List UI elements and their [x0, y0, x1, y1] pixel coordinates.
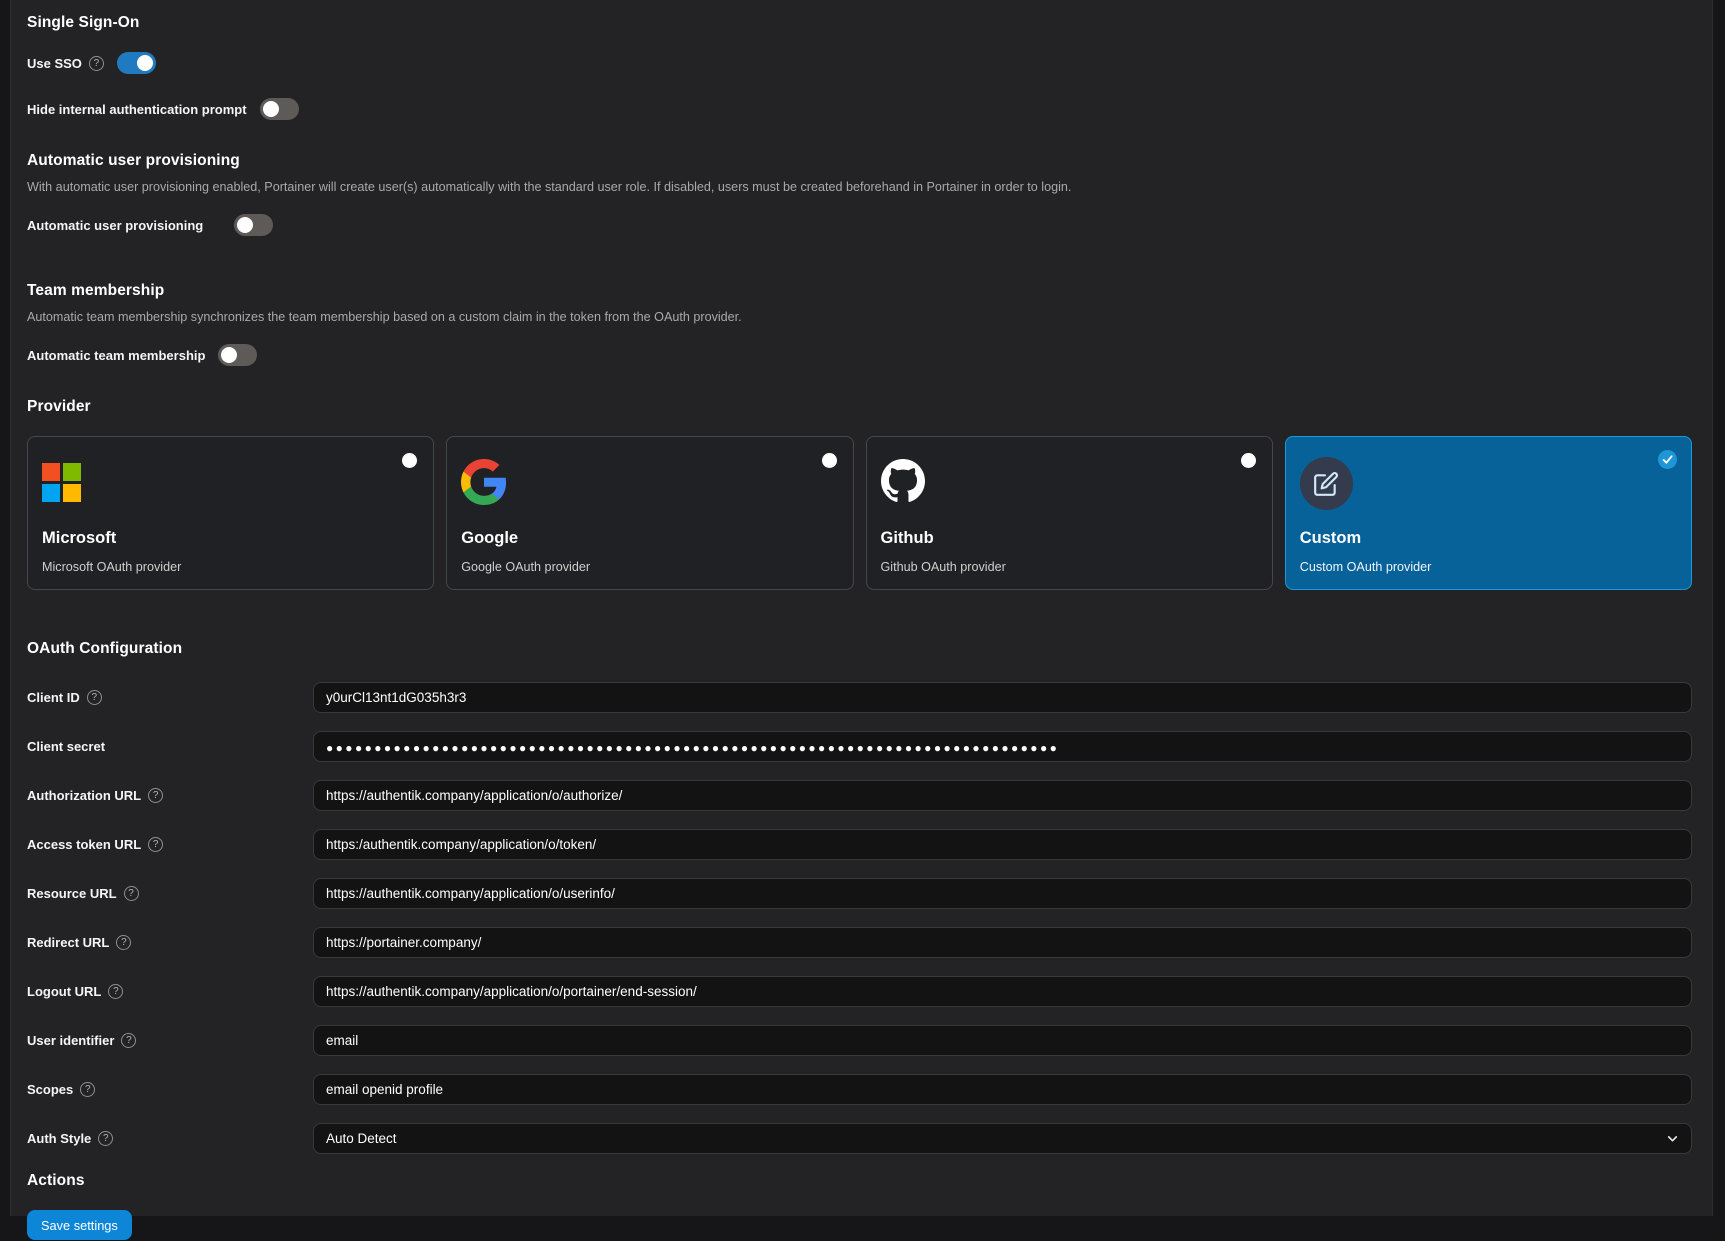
user-identifier-label: User identifier ?	[27, 1033, 313, 1048]
provider-heading: Provider	[27, 398, 1692, 416]
client-id-row: Client ID ?	[27, 682, 1692, 713]
radio-unselected-icon[interactable]	[822, 453, 837, 468]
oauth-configuration-heading: OAuth Configuration	[27, 640, 1692, 658]
logout-url-row: Logout URL ?	[27, 976, 1692, 1007]
provider-card-google[interactable]: Google Google OAuth provider	[446, 436, 853, 590]
access-token-url-label: Access token URL ?	[27, 837, 313, 852]
provider-card-custom[interactable]: Custom Custom OAuth provider	[1285, 436, 1692, 590]
redirect-url-label: Redirect URL ?	[27, 935, 313, 950]
client-secret-label: Client secret	[27, 739, 313, 754]
check-icon	[1658, 450, 1677, 469]
user-identifier-input[interactable]	[313, 1025, 1692, 1056]
auth-style-label: Auth Style ?	[27, 1131, 313, 1146]
scopes-input[interactable]	[313, 1074, 1692, 1105]
help-icon[interactable]: ?	[108, 984, 123, 999]
access-token-url-row: Access token URL ?	[27, 829, 1692, 860]
authorization-url-label: Authorization URL ?	[27, 788, 313, 803]
toggle-knob	[221, 347, 237, 363]
auto-provisioning-label: Automatic user provisioning	[27, 218, 203, 233]
help-icon[interactable]: ?	[89, 56, 104, 71]
auto-provisioning-row: Automatic user provisioning	[27, 214, 1692, 236]
authorization-url-row: Authorization URL ?	[27, 780, 1692, 811]
help-icon[interactable]: ?	[98, 1131, 113, 1146]
oauth-settings-panel: Single Sign-On Use SSO ? Hide internal a…	[10, 0, 1713, 1216]
help-icon[interactable]: ?	[148, 837, 163, 852]
provider-card-title: Google	[461, 529, 838, 548]
auth-style-selected-value: Auto Detect	[326, 1131, 397, 1146]
provider-card-microsoft[interactable]: Microsoft Microsoft OAuth provider	[27, 436, 434, 590]
edit-icon	[1300, 457, 1677, 515]
logout-url-label: Logout URL ?	[27, 984, 313, 999]
github-logo	[881, 457, 1258, 515]
toggle-knob	[237, 217, 253, 233]
help-icon[interactable]: ?	[121, 1033, 136, 1048]
provider-card-title: Microsoft	[42, 529, 419, 548]
provider-card-description: Github OAuth provider	[881, 560, 1258, 574]
use-sso-row: Use SSO ?	[27, 52, 1692, 74]
client-secret-row: Client secret	[27, 731, 1692, 762]
auth-style-select[interactable]: Auto Detect	[313, 1123, 1692, 1154]
provider-card-description: Microsoft OAuth provider	[42, 560, 419, 574]
team-membership-description: Automatic team membership synchronizes t…	[27, 310, 1692, 324]
provider-card-description: Custom OAuth provider	[1300, 560, 1677, 574]
access-token-url-input[interactable]	[313, 829, 1692, 860]
team-membership-row: Automatic team membership	[27, 344, 1692, 366]
auto-provisioning-toggle[interactable]	[234, 214, 273, 236]
resource-url-label: Resource URL ?	[27, 886, 313, 901]
resource-url-input[interactable]	[313, 878, 1692, 909]
use-sso-toggle[interactable]	[117, 52, 156, 74]
hide-internal-auth-label: Hide internal authentication prompt	[27, 102, 247, 117]
auto-provisioning-heading: Automatic user provisioning	[27, 152, 1692, 170]
provider-card-github[interactable]: Github Github OAuth provider	[866, 436, 1273, 590]
radio-unselected-icon[interactable]	[1241, 453, 1256, 468]
scopes-label: Scopes ?	[27, 1082, 313, 1097]
provider-card-description: Google OAuth provider	[461, 560, 838, 574]
hide-internal-auth-row: Hide internal authentication prompt	[27, 98, 1692, 120]
team-membership-label: Automatic team membership	[27, 348, 205, 363]
help-icon[interactable]: ?	[87, 690, 102, 705]
help-icon[interactable]: ?	[148, 788, 163, 803]
auto-provisioning-description: With automatic user provisioning enabled…	[27, 180, 1692, 194]
auth-style-row: Auth Style ? Auto Detect	[27, 1123, 1692, 1154]
resource-url-row: Resource URL ?	[27, 878, 1692, 909]
team-membership-toggle[interactable]	[218, 344, 257, 366]
chevron-down-icon	[1666, 1132, 1679, 1145]
provider-cards: Microsoft Microsoft OAuth provider Googl…	[27, 436, 1692, 590]
provider-card-title: Custom	[1300, 529, 1677, 548]
toggle-knob	[263, 101, 279, 117]
microsoft-logo	[42, 457, 419, 515]
redirect-url-row: Redirect URL ?	[27, 927, 1692, 958]
authorization-url-input[interactable]	[313, 780, 1692, 811]
logout-url-input[interactable]	[313, 976, 1692, 1007]
user-identifier-row: User identifier ?	[27, 1025, 1692, 1056]
provider-card-title: Github	[881, 529, 1258, 548]
toggle-knob	[137, 55, 153, 71]
help-icon[interactable]: ?	[80, 1082, 95, 1097]
single-sign-on-heading: Single Sign-On	[27, 14, 1692, 32]
redirect-url-input[interactable]	[313, 927, 1692, 958]
client-secret-input[interactable]	[313, 731, 1692, 762]
save-settings-button[interactable]: Save settings	[27, 1210, 132, 1240]
hide-internal-auth-toggle[interactable]	[260, 98, 299, 120]
client-id-input[interactable]	[313, 682, 1692, 713]
google-logo	[461, 457, 838, 515]
help-icon[interactable]: ?	[116, 935, 131, 950]
use-sso-label: Use SSO ?	[27, 56, 104, 71]
scopes-row: Scopes ?	[27, 1074, 1692, 1105]
client-id-label: Client ID ?	[27, 690, 313, 705]
help-icon[interactable]: ?	[124, 886, 139, 901]
team-membership-heading: Team membership	[27, 282, 1692, 300]
actions-heading: Actions	[27, 1172, 1692, 1190]
